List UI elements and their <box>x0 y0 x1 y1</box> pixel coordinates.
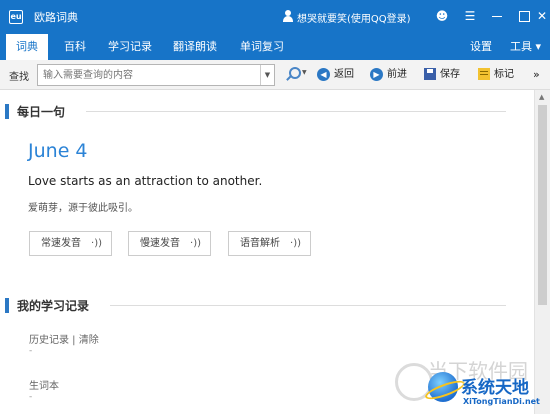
minimize-button[interactable] <box>485 5 509 27</box>
floppy-disk-icon <box>424 68 436 80</box>
menu-icon[interactable]: ☰ <box>458 5 482 27</box>
save-button[interactable]: 保存 <box>424 67 460 83</box>
speaker-icon: ·)) <box>190 238 201 249</box>
app-window: eu 欧路词典 想哭就要笑(使用QQ登录) ☻ ☰ ✕ 词典 百科 学习记录 翻… <box>0 0 550 414</box>
daily-sentence-heading: 每日一句 <box>17 105 66 119</box>
speaker-icon: ·)) <box>91 238 102 249</box>
user-login-name[interactable]: 想哭就要笑(使用QQ登录) <box>297 10 411 25</box>
tools-menu[interactable]: 工具 ▾ <box>510 34 541 60</box>
back-arrow-icon: ◀ <box>317 67 330 81</box>
daily-sentence-english: Love starts as an attraction to another. <box>28 174 263 188</box>
divider <box>110 305 506 306</box>
speaker-icon: ·)) <box>290 238 301 249</box>
back-button[interactable]: ◀ 返回 <box>317 67 354 83</box>
search-options-arrow-icon[interactable]: ▼ <box>302 69 307 76</box>
tab-word-review[interactable]: 单词复习 <box>235 34 289 60</box>
search-box: ▼ <box>37 64 275 86</box>
search-toolbar: 查找 ▼ ▼ ◀ 返回 ▶ 前进 保存 标记 » <box>0 60 550 90</box>
watermark-brand: 系统天地 <box>461 378 529 398</box>
save-label: 保存 <box>440 69 460 80</box>
divider <box>86 111 506 112</box>
tab-encyclopedia[interactable]: 百科 <box>58 34 92 60</box>
watermark-url: XiTongTianDi.net <box>463 397 540 406</box>
history-record-value: - <box>29 346 33 356</box>
back-label: 返回 <box>334 69 354 80</box>
normal-speed-label: 常速发音 <box>41 238 81 249</box>
scroll-thumb[interactable] <box>538 105 547 305</box>
search-icon[interactable] <box>286 67 301 81</box>
forward-button[interactable]: ▶ 前进 <box>370 67 407 83</box>
main-tab-bar: 词典 百科 学习记录 翻译朗读 单词复习 设置 工具 ▾ <box>0 34 550 62</box>
app-logo-icon: eu <box>9 10 23 24</box>
forward-arrow-icon: ▶ <box>370 67 383 81</box>
close-button[interactable]: ✕ <box>530 5 550 27</box>
wordbook-value: - <box>29 392 33 402</box>
more-toolbar-button[interactable]: » <box>533 67 540 83</box>
pronunciation-analysis-button[interactable]: 语音解析 ·)) <box>228 231 311 256</box>
wordbook-link[interactable]: 生词本 <box>29 377 59 392</box>
mark-label: 标记 <box>494 69 514 80</box>
section-marker <box>5 104 9 119</box>
window-title: 欧路词典 <box>34 11 78 24</box>
user-icon[interactable] <box>283 10 293 22</box>
tab-dictionary[interactable]: 词典 <box>6 34 48 62</box>
slow-speed-label: 慢速发音 <box>140 238 180 249</box>
forward-label: 前进 <box>387 69 407 80</box>
daily-date: June 4 <box>28 140 88 162</box>
slow-speed-audio-button[interactable]: 慢速发音 ·)) <box>128 231 211 256</box>
tab-study-record[interactable]: 学习记录 <box>103 34 157 60</box>
notepad-icon <box>478 68 490 80</box>
daily-sentence-chinese: 爱萌芽，源于彼此吸引。 <box>28 203 138 214</box>
vertical-scrollbar[interactable]: ▲ <box>534 90 550 414</box>
tab-translate-read[interactable]: 翻译朗读 <box>168 34 222 60</box>
watermark-globe-icon <box>428 372 458 402</box>
pronunciation-analysis-label: 语音解析 <box>240 238 280 249</box>
study-record-heading: 我的学习记录 <box>17 299 90 313</box>
search-label: 查找 <box>9 72 29 83</box>
history-record-link[interactable]: 历史记录 | 清除 <box>29 331 99 346</box>
search-input[interactable] <box>38 65 260 85</box>
section-marker <box>5 298 9 313</box>
title-bar: eu 欧路词典 想哭就要笑(使用QQ登录) ☻ ☰ ✕ <box>0 0 550 34</box>
search-dropdown-arrow-icon[interactable]: ▼ <box>260 65 274 85</box>
settings-menu[interactable]: 设置 <box>470 34 492 60</box>
mark-button[interactable]: 标记 <box>478 67 514 83</box>
normal-speed-audio-button[interactable]: 常速发音 ·)) <box>29 231 112 256</box>
scroll-up-arrow-icon[interactable]: ▲ <box>539 93 544 101</box>
smiley-icon[interactable]: ☻ <box>430 5 454 27</box>
